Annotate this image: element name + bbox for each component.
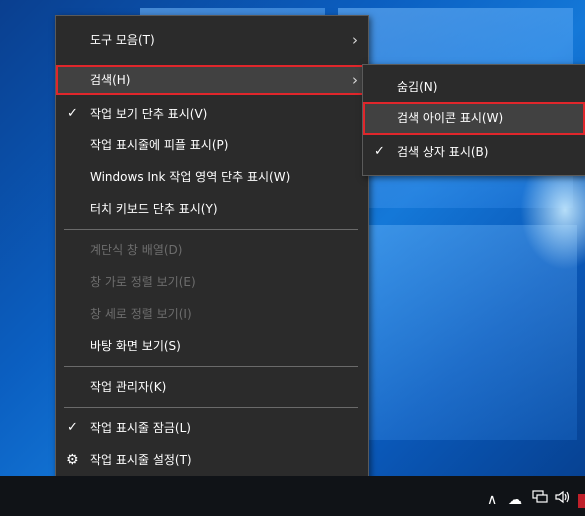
menu-item-label: 숨김(N) bbox=[397, 80, 438, 94]
menu-item-label: 검색(H) bbox=[90, 73, 131, 87]
menu-item-lock-taskbar[interactable]: ✓ 작업 표시줄 잠금(L) bbox=[56, 413, 368, 443]
chevron-right-icon: › bbox=[352, 71, 358, 89]
menu-item-task-manager[interactable]: 작업 관리자(K) bbox=[56, 372, 368, 402]
onedrive-cloud-icon[interactable]: ☁ bbox=[508, 492, 522, 508]
menu-item-label: 검색 상자 표시(B) bbox=[397, 145, 489, 159]
submenu-item-show-search-icon[interactable]: 검색 아이콘 표시(W) bbox=[363, 102, 585, 135]
menu-item-touch-keyboard-button[interactable]: 터치 키보드 단추 표시(Y) bbox=[56, 194, 368, 224]
chevron-right-icon: › bbox=[352, 31, 358, 49]
menu-item-label: Windows Ink 작업 영역 단추 표시(W) bbox=[90, 170, 291, 184]
menu-separator bbox=[64, 366, 358, 367]
speaker-icon[interactable] bbox=[555, 490, 573, 508]
menu-item-label: 작업 표시줄 설정(T) bbox=[90, 453, 192, 467]
network-icon-svg bbox=[532, 490, 548, 503]
show-hidden-icons-chevron-icon[interactable]: ∧ bbox=[487, 492, 497, 508]
network-icon[interactable] bbox=[532, 490, 548, 508]
menu-item-stacked-windows: 창 가로 정렬 보기(E) bbox=[56, 267, 368, 297]
notification-badge[interactable] bbox=[578, 494, 585, 508]
search-submenu: 숨김(N) 검색 아이콘 표시(W) ✓ 검색 상자 표시(B) bbox=[362, 64, 585, 176]
taskbar-context-menu: 도구 모음(T) › 검색(H) › ✓ 작업 보기 단추 표시(V) 작업 표… bbox=[55, 15, 369, 486]
menu-separator bbox=[64, 229, 358, 230]
menu-item-label: 검색 아이콘 표시(W) bbox=[397, 111, 504, 125]
menu-item-windows-ink-button[interactable]: Windows Ink 작업 영역 단추 표시(W) bbox=[56, 162, 368, 192]
menu-item-show-desktop[interactable]: 바탕 화면 보기(S) bbox=[56, 331, 368, 361]
menu-item-label: 계단식 창 배열(D) bbox=[90, 243, 183, 257]
checkmark-icon: ✓ bbox=[67, 106, 78, 121]
menu-item-label: 창 세로 정렬 보기(I) bbox=[90, 307, 192, 321]
taskbar[interactable]: ∧ ☁ bbox=[0, 476, 585, 516]
menu-item-label: 작업 보기 단추 표시(V) bbox=[90, 107, 208, 121]
menu-item-label: 도구 모음(T) bbox=[90, 33, 155, 47]
menu-item-label: 작업 표시줄에 피플 표시(P) bbox=[90, 138, 229, 152]
checkmark-icon: ✓ bbox=[67, 420, 78, 435]
gear-icon: ⚙ bbox=[66, 452, 79, 468]
checkmark-icon: ✓ bbox=[374, 144, 385, 159]
menu-item-label: 작업 관리자(K) bbox=[90, 380, 167, 394]
speaker-icon-svg bbox=[555, 490, 570, 504]
menu-separator bbox=[64, 407, 358, 408]
menu-item-label: 바탕 화면 보기(S) bbox=[90, 339, 181, 353]
menu-item-cascade-windows: 계단식 창 배열(D) bbox=[56, 235, 368, 265]
menu-item-people-button[interactable]: 작업 표시줄에 피플 표시(P) bbox=[56, 130, 368, 160]
menu-item-search[interactable]: 검색(H) › bbox=[56, 65, 368, 95]
menu-item-task-view-button[interactable]: ✓ 작업 보기 단추 표시(V) bbox=[56, 99, 368, 129]
menu-item-taskbar-settings[interactable]: ⚙ 작업 표시줄 설정(T) bbox=[56, 445, 368, 475]
submenu-item-show-search-box[interactable]: ✓ 검색 상자 표시(B) bbox=[363, 137, 585, 167]
submenu-item-hidden[interactable]: 숨김(N) bbox=[363, 72, 585, 102]
menu-item-label: 창 가로 정렬 보기(E) bbox=[90, 275, 196, 289]
menu-item-label: 작업 표시줄 잠금(L) bbox=[90, 421, 191, 435]
menu-item-label: 터치 키보드 단추 표시(Y) bbox=[90, 202, 218, 216]
menu-item-side-by-side-windows: 창 세로 정렬 보기(I) bbox=[56, 299, 368, 329]
menu-item-toolbars[interactable]: 도구 모음(T) › bbox=[56, 25, 368, 55]
